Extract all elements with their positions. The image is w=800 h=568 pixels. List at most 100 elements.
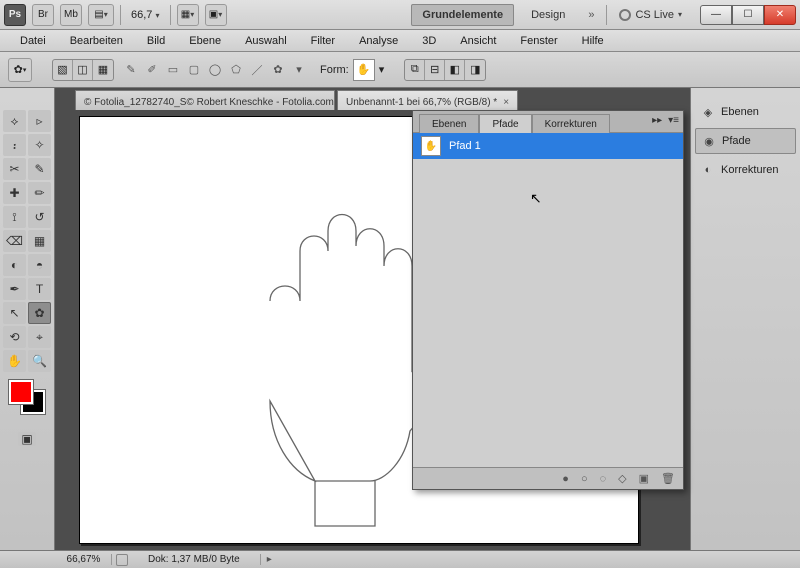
rect-icon[interactable]: ▭ [164,61,182,79]
exclude-icon[interactable]: ◨ [465,60,485,80]
status-doc-info[interactable]: Dok: 1,37 MB/0 Byte [128,554,261,565]
menu-datei[interactable]: Datei [8,31,58,51]
color-swatches[interactable] [7,380,47,414]
combine-icon[interactable]: ⧉ [405,60,425,80]
shape-tools: ✎ ✐ ▭ ▢ ◯ ⬠ ／ ✿ ▾ [118,61,312,79]
gradient-tool[interactable]: ▦ [28,230,51,252]
selection-from-path-icon[interactable]: ◌ [600,473,607,485]
separator [606,5,607,25]
3d-camera-tool[interactable]: ⌖ [28,326,51,348]
stroke-path-icon[interactable]: ○ [581,473,588,485]
path-row[interactable]: ✋ Pfad 1 [413,133,683,159]
paths-panel[interactable]: Ebenen Pfade Korrekturen ▸▸ ▾≡ ✋ Pfad 1 … [412,110,684,490]
heal-tool[interactable]: ✚ [3,182,26,204]
dodge-tool[interactable]: ◓ [28,254,51,276]
menu-bild[interactable]: Bild [135,31,177,51]
cslive-button[interactable]: CS Live ▾ [613,9,688,21]
lasso-tool[interactable]: ᎓ [3,134,26,156]
3d-tool[interactable]: ⟲ [3,326,26,348]
menu-hilfe[interactable]: Hilfe [570,31,616,51]
custom-shape-icon[interactable]: ✿ [269,61,287,79]
type-tool[interactable]: T [28,278,51,300]
arrange-button[interactable]: ▦▾ [177,4,199,26]
screenmode-button[interactable]: ▣▾ [205,4,227,26]
subtract-icon[interactable]: ⊟ [425,60,445,80]
quickmask-toggle[interactable]: ▣ [18,432,36,446]
paths-list[interactable]: ✋ Pfad 1 [413,133,683,467]
collapse-icon[interactable]: ▸▸ [652,115,662,126]
polygon-icon[interactable]: ⬠ [227,61,245,79]
path-select-tool[interactable]: ↖ [3,302,26,324]
stamp-tool[interactable]: ⟟ [3,206,26,228]
menu-ebene[interactable]: Ebene [177,31,233,51]
window-buttons: — ☐ ✕ [700,5,796,25]
workspace-more-button[interactable]: » [582,9,600,21]
blur-tool[interactable]: ◐ [3,254,26,276]
shape-options-dropdown[interactable]: ▾ [290,61,308,79]
new-path-icon[interactable]: ▣ [639,472,649,485]
ellipse-icon[interactable]: ◯ [206,61,224,79]
workspace-active-button[interactable]: Grundelemente [411,4,514,26]
panel-menu-icon[interactable]: ▾≡ [668,115,679,126]
move-tool[interactable]: ⟡ [3,110,26,132]
separator [120,5,121,25]
zoom-combo[interactable]: 66,7 ▾ [127,9,164,21]
wand-tool[interactable]: ✧ [28,134,51,156]
menu-fenster[interactable]: Fenster [508,31,569,51]
panel-korrekturen-button[interactable]: ◐ Korrekturen [695,158,796,182]
eyedropper-tool[interactable]: ✎ [28,158,51,180]
tab-ebenen[interactable]: Ebenen [419,114,479,133]
window-close-button[interactable]: ✕ [764,5,796,25]
pen-icon[interactable]: ✎ [122,61,140,79]
pen-tool[interactable]: ✒ [3,278,26,300]
path-thumbnail[interactable]: ✋ [421,136,441,156]
custom-shape-tool[interactable]: ✿ [28,302,51,324]
chevron-right-icon[interactable]: ▸ [261,554,278,565]
tool-preset-icon[interactable]: ✿▾ [8,58,32,82]
menu-auswahl[interactable]: Auswahl [233,31,299,51]
path-from-selection-icon[interactable]: ◇ [618,472,626,485]
line-icon[interactable]: ／ [248,61,266,79]
fill-pixels-button[interactable]: ▦ [93,60,113,80]
path-operations: ⧉ ⊟ ◧ ◨ [404,59,486,81]
document-tab-2[interactable]: Unbenannt-1 bei 66,7% (RGB/8) * × [337,90,518,110]
document-tab-1[interactable]: © Fotolia_12782740_S© Robert Kneschke - … [75,90,335,110]
bridge-button[interactable]: Br [32,4,54,26]
options-bar: ✿▾ ▧ ◫ ▦ ✎ ✐ ▭ ▢ ◯ ⬠ ／ ✿ ▾ Form: ✋ ▾ ⧉ ⊟… [0,52,800,88]
delete-path-icon[interactable]: 🗑 [661,472,675,485]
brush-tool[interactable]: ✏ [28,182,51,204]
path-mode-button[interactable]: ◫ [73,60,93,80]
tab-korrekturen[interactable]: Korrekturen [532,114,610,133]
eraser-tool[interactable]: ⌫ [3,230,26,252]
shape-layer-button[interactable]: ▧ [53,60,73,80]
minibridge-button[interactable]: Mb [60,4,82,26]
shape-thumbnail[interactable]: ✋ [353,59,375,81]
menu-filter[interactable]: Filter [299,31,347,51]
window-minimize-button[interactable]: — [700,5,732,25]
crop-tool[interactable]: ✂ [3,158,26,180]
freeform-pen-icon[interactable]: ✐ [143,61,161,79]
window-maximize-button[interactable]: ☐ [732,5,764,25]
close-icon[interactable]: × [503,97,509,108]
panel-ebenen-button[interactable]: ◈ Ebenen [695,100,796,124]
tab-pfade[interactable]: Pfade [479,114,531,133]
fill-path-icon[interactable]: ● [562,473,569,485]
ps-logo-icon[interactable]: Ps [4,4,26,26]
view-button[interactable]: ▤▾ [88,4,114,26]
roundrect-icon[interactable]: ▢ [185,61,203,79]
menu-bearbeiten[interactable]: Bearbeiten [58,31,135,51]
hand-tool[interactable]: ✋ [3,350,26,372]
panel-pfade-button[interactable]: ◉ Pfade [695,128,796,154]
foreground-color[interactable] [9,380,33,404]
intersect-icon[interactable]: ◧ [445,60,465,80]
zoom-tool[interactable]: 🔍 [28,350,51,372]
menu-ansicht[interactable]: Ansicht [448,31,508,51]
workspace-design-button[interactable]: Design [520,4,576,26]
direct-select-tool[interactable]: ▹ [28,110,51,132]
status-indicator[interactable] [116,554,128,566]
shape-thumb-dropdown[interactable]: ▾ [379,63,385,76]
menu-3d[interactable]: 3D [410,31,448,51]
status-zoom[interactable]: 66,67% [56,554,112,565]
menu-analyse[interactable]: Analyse [347,31,410,51]
history-brush-tool[interactable]: ↺ [28,206,51,228]
